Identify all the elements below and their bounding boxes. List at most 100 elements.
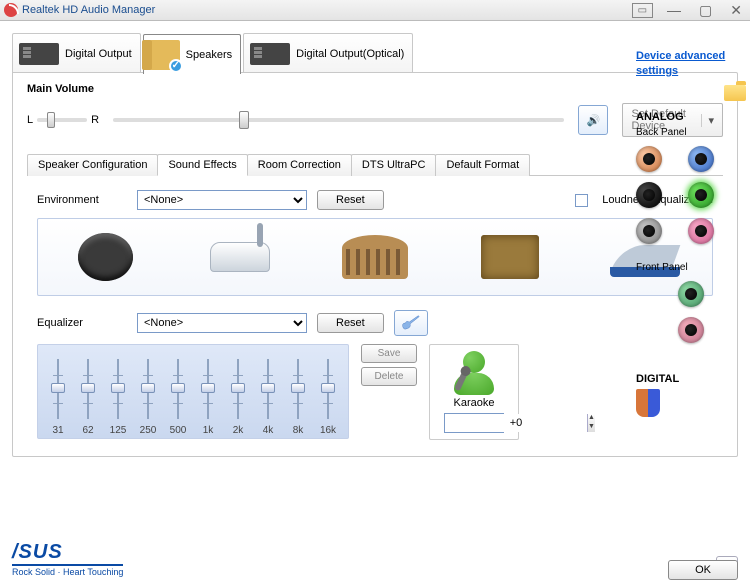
ok-button[interactable]: OK [668,560,738,580]
mute-button[interactable]: 🔊 [578,105,608,135]
tab-room-correction[interactable]: Room Correction [247,154,352,176]
balance-left: L [27,114,33,126]
tab-speaker-configuration[interactable]: Speaker Configuration [27,154,158,176]
maximize-icon[interactable]: ▢ [695,2,716,19]
asus-tagline: Rock Solid · Heart Touching [12,564,123,577]
eq-band-label: 125 [108,425,128,436]
karaoke-spinner[interactable]: ▲▼ [444,413,504,433]
eq-band-62[interactable] [78,359,98,423]
equalizer-graphic-toggle[interactable] [394,310,428,336]
tab-sound-effects[interactable]: Sound Effects [157,154,247,176]
eq-band-31[interactable] [48,359,68,423]
equalizer-label: Equalizer [37,317,127,329]
folder-icon[interactable] [724,85,746,101]
jack-black[interactable] [636,182,662,208]
vendor-logo: /SUS Rock Solid · Heart Touching [12,541,123,578]
jack-green-active[interactable] [688,182,714,208]
client-area: Digital Output Speakers Digital Output(O… [0,21,750,584]
balance-slider[interactable]: L R [27,114,99,126]
close-icon[interactable]: ✕ [726,2,746,19]
digital-heading: DIGITAL [636,373,746,385]
jack-grey[interactable] [636,218,662,244]
eq-band-16k[interactable] [318,359,338,423]
eq-band-label: 250 [138,425,158,436]
preset-icon [210,242,270,272]
sub-tabs: Speaker Configuration Sound Effects Room… [27,153,723,176]
preset-padded-room[interactable] [65,227,145,287]
equalizer-row: Equalizer <None> Reset [37,310,713,336]
eq-band-8k[interactable] [288,359,308,423]
guitar-icon [400,314,422,332]
asus-brand: /SUS [12,541,123,564]
chevron-up-icon[interactable]: ▲ [588,414,595,423]
karaoke-panel: Karaoke ▲▼ [429,344,519,440]
environment-presets [37,218,713,296]
equalizer-sliders: 31621252505001k2k4k8k16k [37,344,349,439]
jack-orange[interactable] [636,146,662,172]
device-advanced-settings-link[interactable]: Device advanced settings [636,49,746,79]
speaker-icon: 🔊 [587,114,601,127]
tab-label: Digital Output(Optical) [296,48,404,60]
window-button-extra-icon[interactable]: ▭ [632,3,653,18]
environment-reset-button[interactable]: Reset [317,190,384,210]
main-volume-label: Main Volume [27,83,723,95]
volume-slider[interactable] [113,118,564,122]
digital-jack-icon[interactable] [636,389,660,417]
minimize-icon[interactable]: — [663,2,685,18]
main-panel: Main Volume L R 🔊 Set Default Device ▾ S… [12,72,738,457]
tab-digital-output-optical[interactable]: Digital Output(Optical) [243,33,413,73]
digital-output-optical-icon [250,43,290,65]
jack-pink[interactable] [688,218,714,244]
eq-band-250[interactable] [138,359,158,423]
equalizer-reset-button[interactable]: Reset [317,313,384,333]
chevron-down-icon[interactable]: ▼ [588,423,595,432]
eq-band-1k[interactable] [198,359,218,423]
preset-arena[interactable] [335,227,415,287]
eq-band-125[interactable] [108,359,128,423]
back-panel-label: Back Panel [636,127,746,138]
eq-band-label: 8k [288,425,308,436]
right-sidebar: Device advanced settings ANALOG Back Pan… [636,49,746,417]
tab-digital-output[interactable]: Digital Output [12,33,141,73]
environment-label: Environment [37,194,127,206]
tab-speakers[interactable]: Speakers [143,34,241,74]
equalizer-buttons: Save Delete [361,344,417,386]
eq-band-label: 500 [168,425,188,436]
tab-dts-ultrapc[interactable]: DTS UltraPC [351,154,437,176]
equalizer-combo[interactable]: <None> [137,313,307,333]
jack-front-green[interactable] [678,281,704,307]
bottom-bar: /SUS Rock Solid · Heart Touching i [0,535,750,584]
karaoke-icon [450,351,498,395]
title-bar: Realtek HD Audio Manager ▭ — ▢ ✕ [0,0,750,21]
environment-combo[interactable]: <None> [137,190,307,210]
analog-heading: ANALOG [636,111,746,123]
eq-band-label: 31 [48,425,68,436]
jack-blue[interactable] [688,146,714,172]
front-panel-jacks [636,281,746,343]
preset-icon [481,235,539,279]
equalizer-save-button[interactable]: Save [361,344,417,363]
eq-band-label: 1k [198,425,218,436]
equalizer-panel: 31621252505001k2k4k8k16k Save Delete Kar… [37,344,713,440]
eq-band-4k[interactable] [258,359,278,423]
tab-default-format[interactable]: Default Format [435,154,530,176]
main-volume-section: Main Volume L R 🔊 Set Default Device ▾ [27,83,723,149]
environment-row: Environment <None> Reset Loudness Equali… [37,190,713,210]
tab-label: Digital Output [65,48,132,60]
digital-output-icon [19,43,59,65]
sound-effects-content: Environment <None> Reset Loudness Equali… [27,176,723,446]
jack-front-pink[interactable] [678,317,704,343]
preset-bathroom[interactable] [200,227,280,287]
preset-icon [78,233,133,281]
eq-band-label: 2k [228,425,248,436]
karaoke-value[interactable] [445,414,587,432]
window-title: Realtek HD Audio Manager [22,4,632,16]
loudness-checkbox[interactable] [575,194,588,207]
back-panel-jacks [636,146,746,244]
eq-band-2k[interactable] [228,359,248,423]
preset-stone-room[interactable] [470,227,550,287]
eq-band-500[interactable] [168,359,188,423]
front-panel-label: Front Panel [636,262,746,273]
equalizer-delete-button[interactable]: Delete [361,367,417,386]
eq-band-label: 4k [258,425,278,436]
